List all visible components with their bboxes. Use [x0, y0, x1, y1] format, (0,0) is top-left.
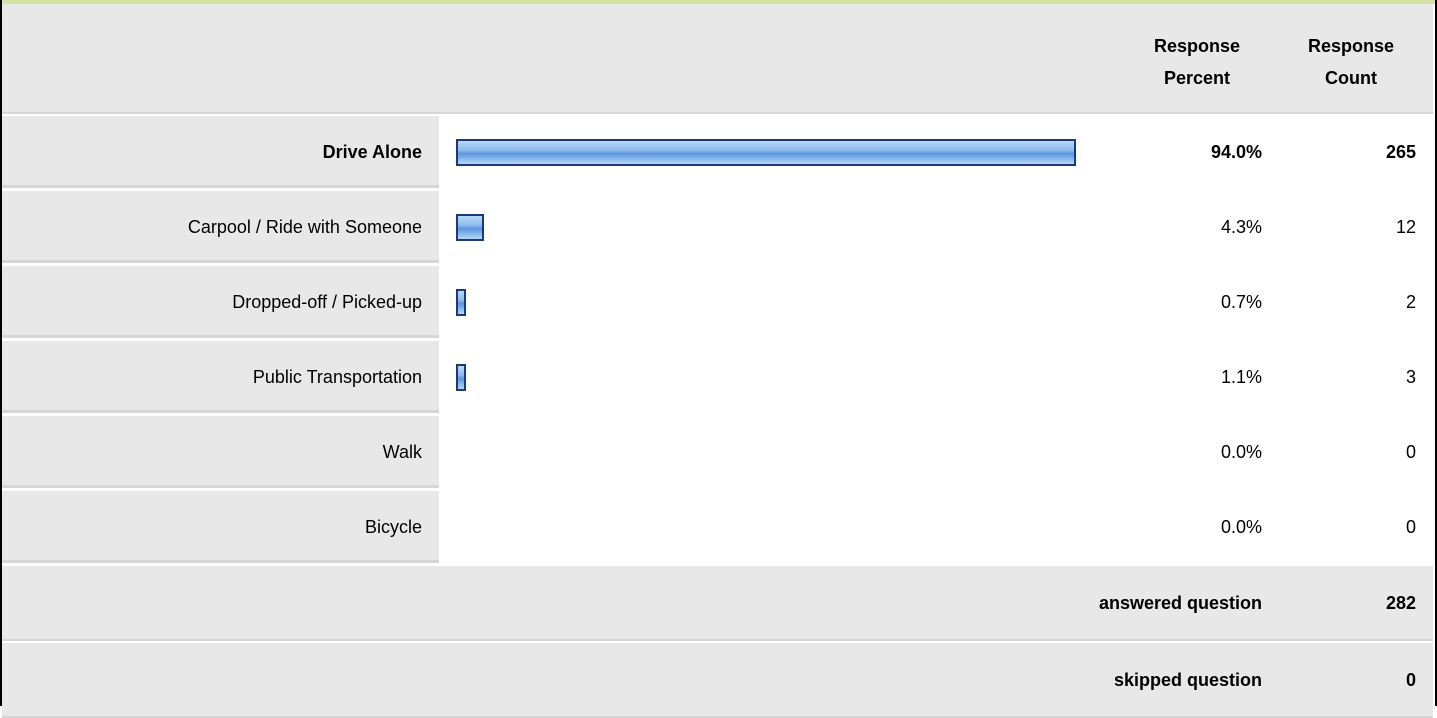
skipped-question-row: skipped question 0: [2, 643, 1433, 718]
table-row: Walk 0.0% 0: [2, 416, 1433, 488]
row-label: Public Transportation: [252, 367, 422, 387]
bar-cell: [439, 416, 1433, 488]
response-count: 12: [1395, 217, 1416, 237]
row-label: Drive Alone: [322, 142, 422, 162]
response-count: 0: [1405, 442, 1416, 462]
response-count: 3: [1405, 367, 1416, 387]
response-percent-header-line1: Response: [1153, 36, 1241, 56]
answered-question-value: 282: [1385, 593, 1416, 613]
response-count-header: Response Count: [1286, 30, 1416, 94]
response-bar: [456, 139, 1076, 166]
bar-cell: [439, 116, 1433, 188]
table-row: Bicycle 0.0% 0: [2, 491, 1433, 563]
response-count: 2: [1405, 292, 1416, 312]
response-count: 0: [1405, 517, 1416, 537]
bar-cell: [439, 191, 1433, 263]
response-percent: 0.0%: [1220, 517, 1262, 537]
response-percent: 1.1%: [1220, 367, 1262, 387]
table-row: Dropped-off / Picked-up 0.7% 2: [2, 266, 1433, 338]
response-bar: [456, 289, 466, 316]
answered-question-label: answered question: [1098, 593, 1262, 613]
bar-cell: [439, 491, 1433, 563]
bar-cell: [439, 341, 1433, 413]
response-percent: 0.7%: [1220, 292, 1262, 312]
response-percent: 4.3%: [1220, 217, 1262, 237]
table-row: Carpool / Ride with Someone 4.3% 12: [2, 191, 1433, 263]
row-label: Walk: [382, 442, 422, 462]
response-bar: [456, 214, 484, 241]
table-row: Public Transportation 1.1% 3: [2, 341, 1433, 413]
skipped-question-label: skipped question: [1113, 670, 1262, 690]
table-header: Response Percent Response Count: [2, 4, 1433, 114]
row-label: Bicycle: [364, 517, 422, 537]
response-percent-header-line2: Percent: [1163, 68, 1231, 88]
response-count-header-line2: Count: [1325, 68, 1377, 88]
row-label: Dropped-off / Picked-up: [232, 292, 422, 312]
bar-cell: [439, 266, 1433, 338]
skipped-question-value: 0: [1405, 670, 1416, 690]
response-percent: 0.0%: [1220, 442, 1262, 462]
response-bar: [456, 364, 466, 391]
answered-question-row: answered question 282: [2, 566, 1433, 641]
response-count: 265: [1385, 142, 1416, 162]
response-percent: 94.0%: [1210, 142, 1262, 162]
table-row: Drive Alone 94.0% 265: [2, 116, 1433, 188]
response-percent-header: Response Percent: [1132, 30, 1262, 94]
row-label: Carpool / Ride with Someone: [187, 217, 422, 237]
response-count-header-line1: Response: [1307, 36, 1395, 56]
